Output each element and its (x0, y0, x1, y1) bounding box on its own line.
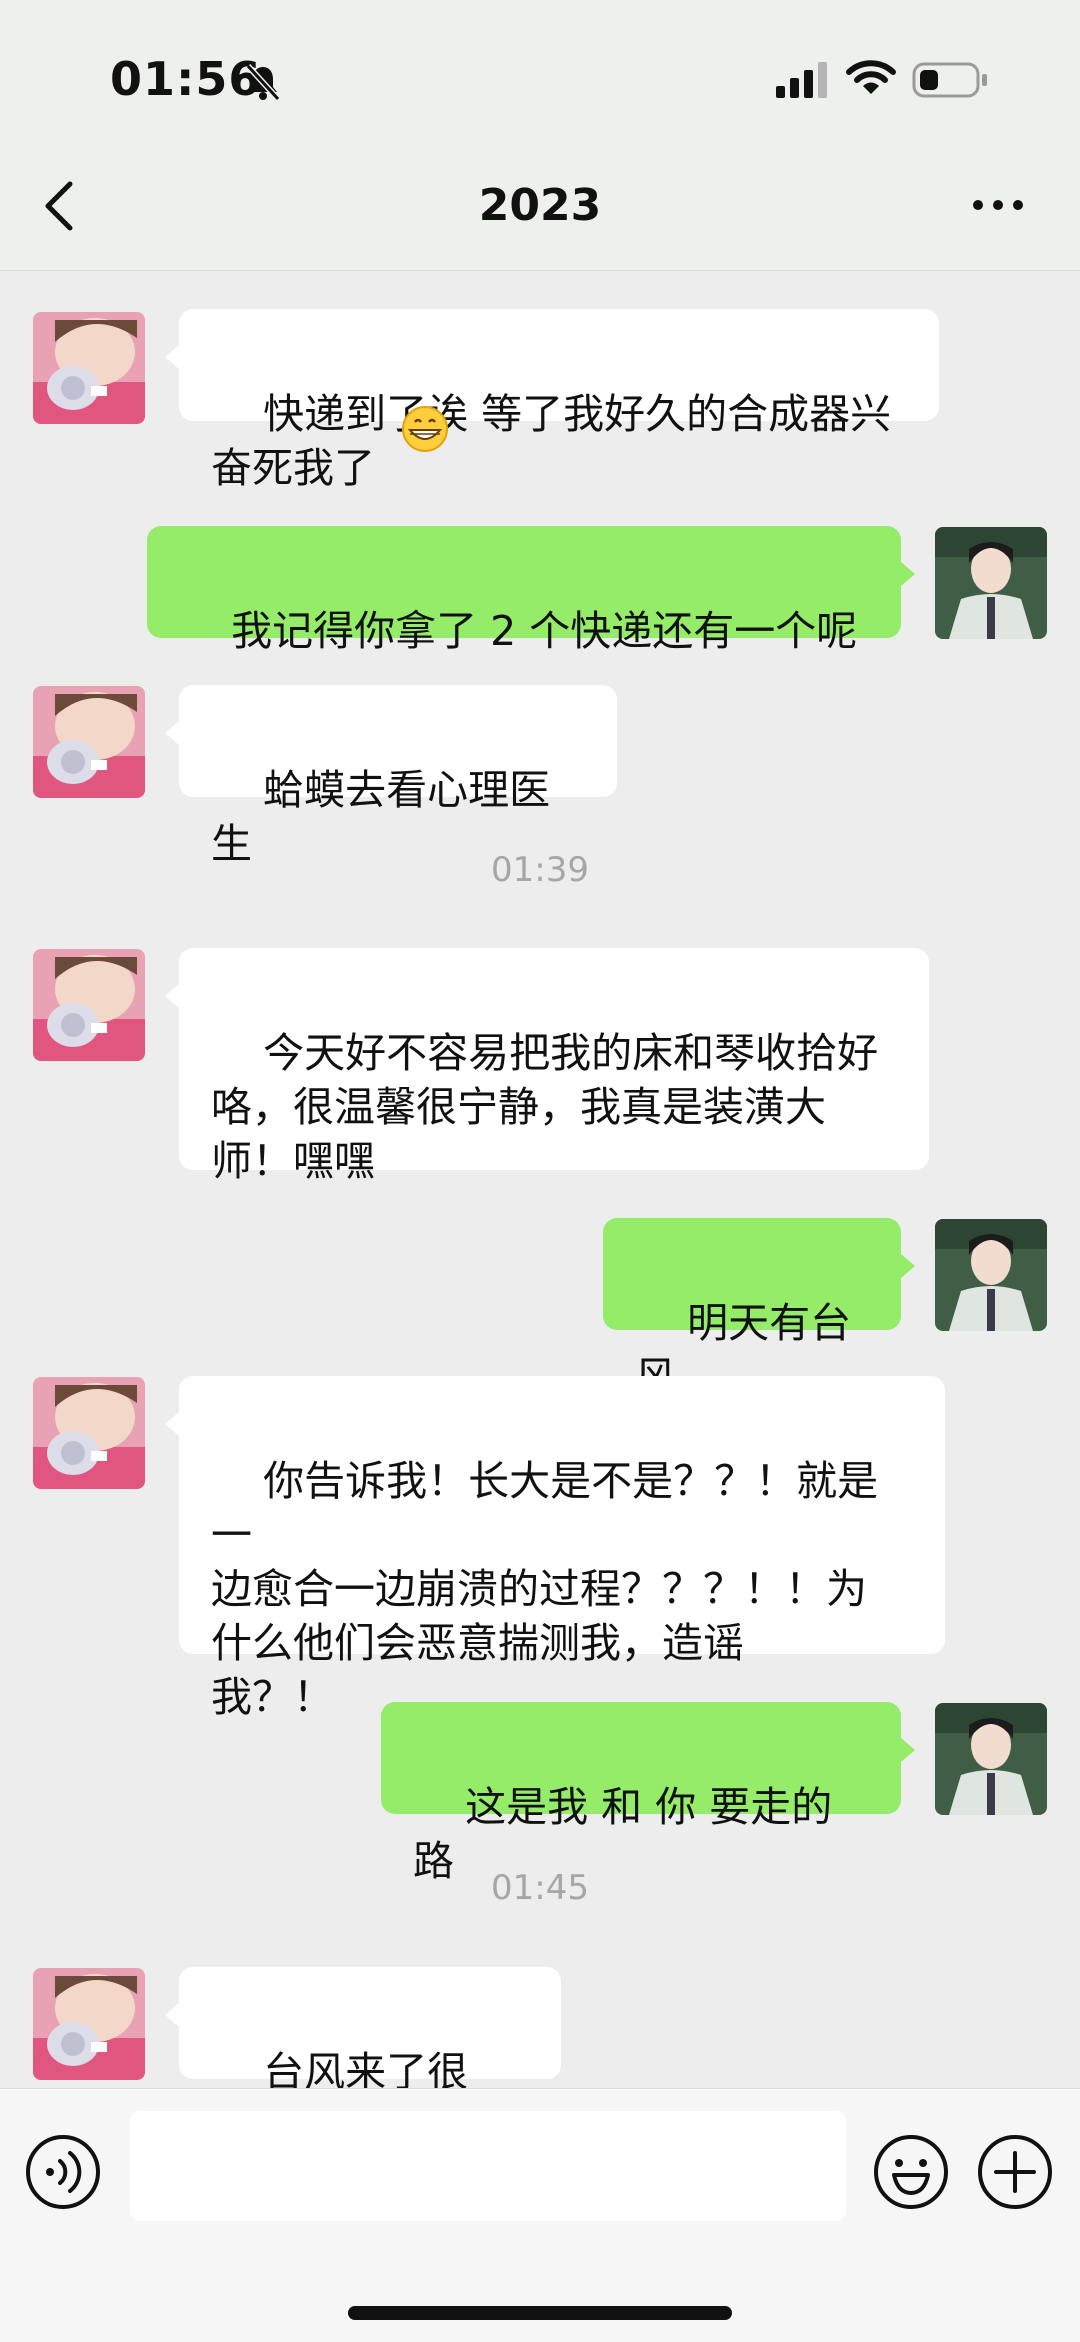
grinning-face-emoji-icon (402, 406, 448, 452)
home-indicator[interactable] (348, 2306, 732, 2320)
wifi-icon (846, 60, 896, 94)
timestamp-divider: 01:39 (491, 850, 589, 890)
message-list[interactable]: 快递到了诶 等了我好久的合成器兴 奋死我了 我记得你拿了 2 个快递还有一个呢 (0, 271, 1080, 2150)
avatar-contact[interactable] (33, 949, 145, 1061)
timestamp-divider: 01:45 (491, 1868, 589, 1908)
bell-muted-icon (245, 63, 281, 102)
message-bubble-outgoing[interactable]: 我记得你拿了 2 个快递还有一个呢 (147, 526, 915, 655)
message-bubble-incoming[interactable]: 蛤蟆去看心理医生 (165, 685, 617, 868)
avatar-self[interactable] (935, 527, 1047, 639)
message-input[interactable] (130, 2111, 846, 2221)
emoji-picker-icon[interactable] (872, 2133, 950, 2211)
header: 01:56 2023 (0, 0, 1080, 271)
message-bubble-outgoing[interactable]: 这是我 和 你 要走的路 (381, 1702, 915, 1885)
more-options-icon[interactable] (970, 190, 1026, 220)
voice-input-icon[interactable] (24, 2133, 102, 2211)
message-bubble-incoming[interactable]: 你告诉我！长大是不是？？！就是一 边愈合一边崩溃的过程？？？！！为 什么他们会恶… (165, 1376, 945, 1721)
more-functions-plus-icon[interactable] (976, 2133, 1054, 2211)
avatar-contact[interactable] (33, 686, 145, 798)
chat-title: 2023 (478, 180, 602, 231)
avatar-contact[interactable] (33, 312, 145, 424)
avatar-self[interactable] (935, 1703, 1047, 1815)
battery-icon (912, 62, 987, 98)
avatar-contact[interactable] (33, 1968, 145, 2080)
cellular-signal-icon (776, 62, 827, 98)
input-bar (0, 2088, 1080, 2342)
message-bubble-incoming[interactable]: 台风来了很久... (165, 1967, 561, 2150)
message-bubble-incoming[interactable]: 今天好不容易把我的床和琴收拾好 咯，很温馨很宁静，我真是装潢大 师！嘿嘿 (165, 948, 929, 1185)
avatar-self[interactable] (935, 1219, 1047, 1331)
avatar-contact[interactable] (33, 1377, 145, 1489)
message-bubble-outgoing[interactable]: 明天有台风 (603, 1218, 915, 1401)
status-time: 01:56 (110, 52, 262, 106)
message-bubble-incoming[interactable]: 快递到了诶 等了我好久的合成器兴 奋死我了 (165, 309, 939, 492)
